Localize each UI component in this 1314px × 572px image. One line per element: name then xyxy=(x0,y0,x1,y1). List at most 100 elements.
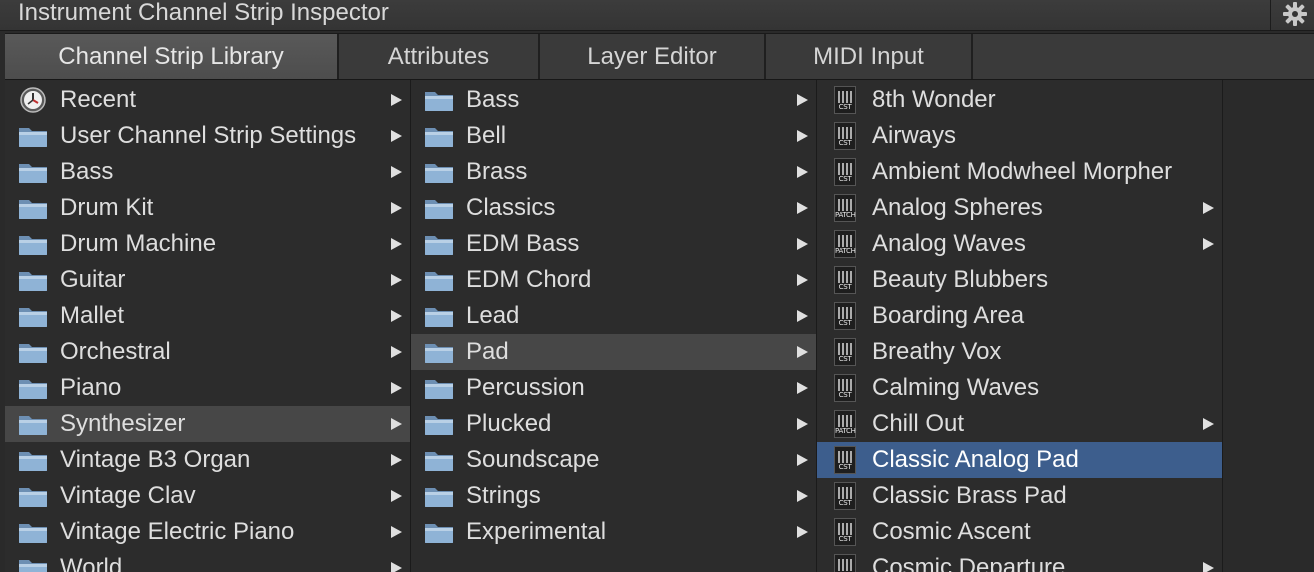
disclosure-arrow-icon[interactable] xyxy=(797,310,808,322)
disclosure-arrow-icon[interactable] xyxy=(391,562,402,572)
cst-file-icon: CST xyxy=(829,446,861,474)
disclosure-arrow-icon[interactable] xyxy=(1203,202,1214,214)
category-row[interactable]: Piano xyxy=(5,370,410,406)
patch-row[interactable]: CST Boarding Area xyxy=(817,298,1222,334)
disclosure-arrow-icon[interactable] xyxy=(797,238,808,250)
tab-channel-strip-library[interactable]: Channel Strip Library xyxy=(5,34,339,79)
category-label: User Channel Strip Settings xyxy=(60,122,357,149)
disclosure-arrow-icon[interactable] xyxy=(391,346,402,358)
category-row[interactable]: Recent xyxy=(5,82,410,118)
disclosure-arrow-icon[interactable] xyxy=(391,490,402,502)
patch-row[interactable]: CST 8th Wonder xyxy=(817,82,1222,118)
disclosure-arrow-icon[interactable] xyxy=(797,382,808,394)
subcategory-label: Lead xyxy=(466,302,520,329)
category-column: Recent User Channel Strip Settings Bass Dru… xyxy=(5,80,410,572)
category-row[interactable]: Vintage B3 Organ xyxy=(5,442,410,478)
disclosure-arrow-icon[interactable] xyxy=(797,274,808,286)
patch-row[interactable]: CST Beauty Blubbers xyxy=(817,262,1222,298)
category-row[interactable]: User Channel Strip Settings xyxy=(5,118,410,154)
category-row[interactable]: Orchestral xyxy=(5,334,410,370)
patch-row[interactable]: CST Airways xyxy=(817,118,1222,154)
disclosure-arrow-icon[interactable] xyxy=(391,454,402,466)
disclosure-arrow-icon[interactable] xyxy=(797,130,808,142)
gear-icon[interactable] xyxy=(1280,0,1310,28)
disclosure-arrow-icon[interactable] xyxy=(391,310,402,322)
patch-row[interactable]: PATCH Analog Waves xyxy=(817,226,1222,262)
disclosure-arrow-icon[interactable] xyxy=(797,418,808,430)
category-label: Orchestral xyxy=(60,338,171,365)
disclosure-arrow-icon[interactable] xyxy=(391,202,402,214)
folder-icon xyxy=(423,230,455,258)
disclosure-arrow-icon[interactable] xyxy=(391,526,402,538)
file-type-tag: CST xyxy=(838,535,852,543)
disclosure-arrow-icon[interactable] xyxy=(391,166,402,178)
disclosure-arrow-icon[interactable] xyxy=(1203,238,1214,250)
tab-midi-input[interactable]: MIDI Input xyxy=(766,34,973,79)
folder-icon xyxy=(423,194,455,222)
disclosure-arrow-icon[interactable] xyxy=(797,94,808,106)
category-row[interactable]: Drum Kit xyxy=(5,190,410,226)
subcategory-row[interactable]: Strings xyxy=(411,478,816,514)
cst-file-icon: CST xyxy=(829,266,861,294)
disclosure-arrow-icon[interactable] xyxy=(797,166,808,178)
patch-row[interactable]: CST Cosmic Ascent xyxy=(817,514,1222,550)
folder-icon xyxy=(423,338,455,366)
category-row[interactable]: Vintage Electric Piano xyxy=(5,514,410,550)
tab-attributes[interactable]: Attributes xyxy=(339,34,540,79)
subcategory-label: Plucked xyxy=(466,410,552,437)
tab-layer-editor[interactable]: Layer Editor xyxy=(540,34,766,79)
patch-row[interactable]: CST Cosmic Departure xyxy=(817,550,1222,572)
disclosure-arrow-icon[interactable] xyxy=(797,454,808,466)
subcategory-row[interactable]: Experimental xyxy=(411,514,816,550)
empty-column xyxy=(1223,80,1314,572)
subcategory-row[interactable]: Classics xyxy=(411,190,816,226)
subcategory-row[interactable]: Brass xyxy=(411,154,816,190)
disclosure-arrow-icon[interactable] xyxy=(797,526,808,538)
cst-file-icon: CST xyxy=(829,374,861,402)
patch-row[interactable]: CST Classic Brass Pad xyxy=(817,478,1222,514)
folder-icon xyxy=(17,554,49,572)
category-row[interactable]: Drum Machine xyxy=(5,226,410,262)
subcategory-row[interactable]: Bass xyxy=(411,82,816,118)
patch-row[interactable]: PATCH Chill Out xyxy=(817,406,1222,442)
folder-icon xyxy=(17,302,49,330)
subcategory-row[interactable]: EDM Bass xyxy=(411,226,816,262)
subcategory-row[interactable]: Pad xyxy=(411,334,816,370)
subcategory-row[interactable]: Percussion xyxy=(411,370,816,406)
category-row[interactable]: World xyxy=(5,550,410,572)
disclosure-arrow-icon[interactable] xyxy=(391,418,402,430)
subcategory-row[interactable]: Bell xyxy=(411,118,816,154)
patch-row[interactable]: CST Breathy Vox xyxy=(817,334,1222,370)
disclosure-arrow-icon[interactable] xyxy=(1203,562,1214,572)
disclosure-arrow-icon[interactable] xyxy=(1203,418,1214,430)
patch-row[interactable]: PATCH Analog Spheres xyxy=(817,190,1222,226)
patch-row[interactable]: CST Classic Analog Pad xyxy=(817,442,1222,478)
patch-file-icon: PATCH xyxy=(829,230,861,258)
category-row[interactable]: Bass xyxy=(5,154,410,190)
subcategory-row[interactable]: Plucked xyxy=(411,406,816,442)
patch-row[interactable]: CST Calming Waves xyxy=(817,370,1222,406)
subcategory-row[interactable]: Lead xyxy=(411,298,816,334)
disclosure-arrow-icon[interactable] xyxy=(391,274,402,286)
category-row[interactable]: Mallet xyxy=(5,298,410,334)
disclosure-arrow-icon[interactable] xyxy=(391,130,402,142)
category-label: Recent xyxy=(60,86,137,113)
category-row[interactable]: Synthesizer xyxy=(5,406,410,442)
subcategory-label: Percussion xyxy=(466,374,585,401)
disclosure-arrow-icon[interactable] xyxy=(391,382,402,394)
category-row[interactable]: Vintage Clav xyxy=(5,478,410,514)
subcategory-row[interactable]: EDM Chord xyxy=(411,262,816,298)
category-row[interactable]: Guitar xyxy=(5,262,410,298)
category-label: Drum Machine xyxy=(60,230,217,257)
disclosure-arrow-icon[interactable] xyxy=(391,94,402,106)
disclosure-arrow-icon[interactable] xyxy=(391,238,402,250)
disclosure-arrow-icon[interactable] xyxy=(797,202,808,214)
folder-icon xyxy=(17,338,49,366)
patch-row[interactable]: CST Ambient Modwheel Morpher xyxy=(817,154,1222,190)
category-label: Drum Kit xyxy=(60,194,154,221)
file-type-tag: CST xyxy=(838,463,852,471)
subcategory-row[interactable]: Soundscape xyxy=(411,442,816,478)
disclosure-arrow-icon[interactable] xyxy=(797,346,808,358)
file-type-tag: CST xyxy=(838,103,852,111)
disclosure-arrow-icon[interactable] xyxy=(797,490,808,502)
